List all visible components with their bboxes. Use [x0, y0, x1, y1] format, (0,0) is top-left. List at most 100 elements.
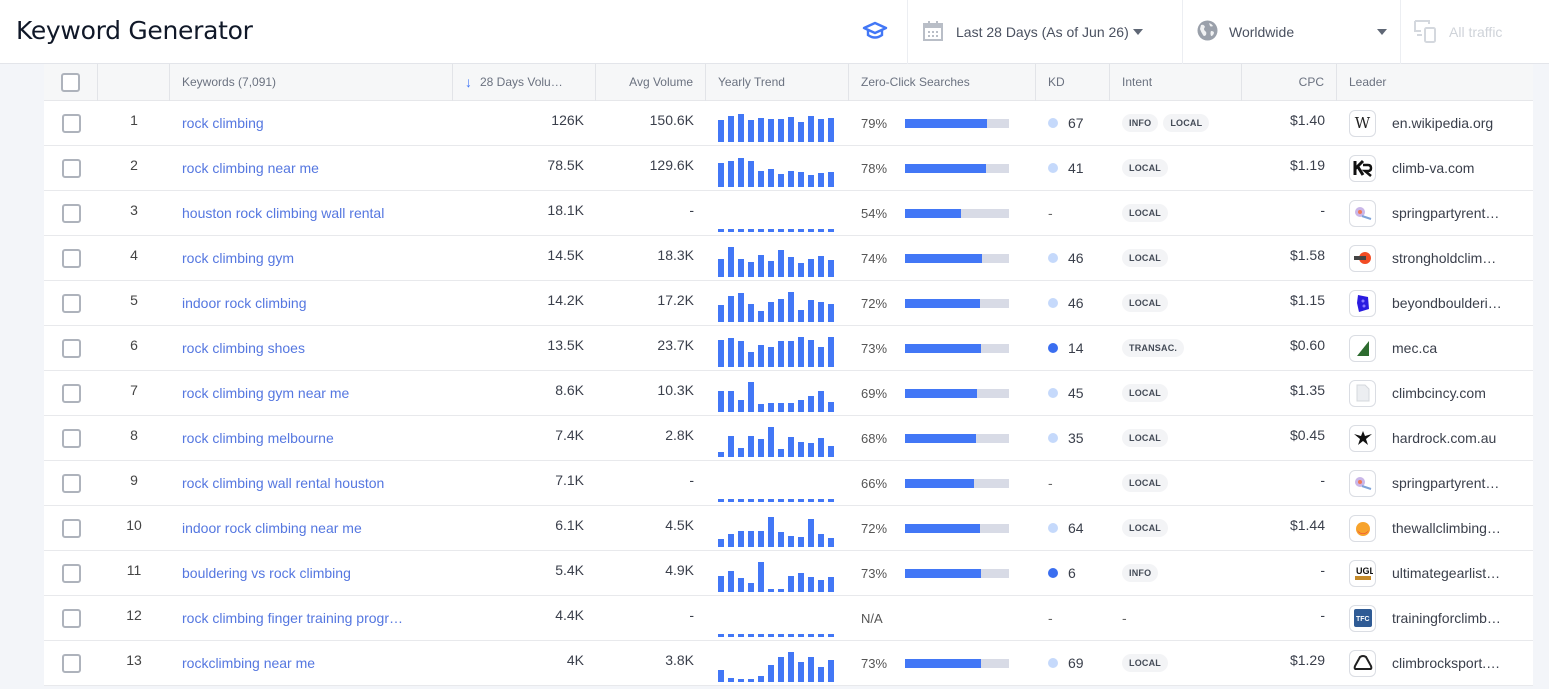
trend-bar: [788, 575, 794, 592]
keyword-link[interactable]: rock climbing: [182, 115, 264, 131]
toolbar-divider: [1400, 0, 1401, 64]
kd-indicator-dot: [1048, 388, 1058, 398]
row-checkbox[interactable]: [61, 338, 81, 358]
header-intent[interactable]: Intent: [1110, 63, 1242, 101]
keyword-link[interactable]: rock climbing shoes: [182, 340, 305, 356]
leader-domain[interactable]: hardrock.com.au: [1392, 430, 1517, 446]
zero-click-value: 69%: [861, 385, 888, 401]
table-row[interactable]: 12 rock climbing finger training progr… …: [44, 596, 1533, 641]
table-row[interactable]: 5 indoor rock climbing 14.2K 17.2K 72% 4…: [44, 281, 1533, 326]
header-kd[interactable]: KD: [1036, 63, 1110, 101]
row-checkbox[interactable]: [61, 518, 81, 538]
row-select-cell: [44, 371, 98, 416]
row-select-cell: [44, 326, 98, 371]
row-checkbox[interactable]: [61, 653, 81, 673]
avg-volume: 18.3K: [657, 246, 694, 263]
leader-domain[interactable]: springpartyrent…: [1392, 205, 1517, 221]
select-all-checkbox[interactable]: [61, 72, 80, 92]
trend-bar: [728, 115, 734, 142]
table-row[interactable]: 1 rock climbing 126K 150.6K 79% 67 INFO L…: [44, 101, 1533, 146]
volume-cell: 13.5K: [453, 326, 596, 371]
row-checkbox[interactable]: [61, 203, 81, 223]
top-bar: Keyword Generator Last 28 Days (As of Ju…: [0, 0, 1549, 64]
date-range-dropdown[interactable]: Last 28 Days (As of Jun 26): [922, 0, 1143, 64]
row-checkbox[interactable]: [61, 293, 81, 313]
leader-domain[interactable]: en.wikipedia.org: [1392, 115, 1517, 131]
leader-domain[interactable]: ultimategearlist…: [1392, 565, 1517, 581]
header-28d-volume[interactable]: ↓ 28 Days Volu…: [453, 63, 596, 101]
trend-bar: [768, 228, 774, 232]
table-row[interactable]: 2 rock climbing near me 78.5K 129.6K 78%…: [44, 146, 1533, 191]
avg-volume-cell: -: [596, 191, 706, 236]
leader-domain[interactable]: mec.ca: [1392, 340, 1517, 356]
header-yearly-trend[interactable]: Yearly Trend: [706, 63, 849, 101]
yearly-trend-chart: [718, 157, 834, 187]
kd-value: 14: [1068, 340, 1084, 356]
header-cpc[interactable]: CPC: [1242, 63, 1337, 101]
keyword-link[interactable]: bouldering vs rock climbing: [182, 565, 351, 581]
table-row[interactable]: 8 rock climbing melbourne 7.4K 2.8K 68% …: [44, 416, 1533, 461]
zero-click-bar-fill: [905, 658, 981, 668]
avg-volume: 129.6K: [649, 156, 694, 173]
keyword-link[interactable]: houston rock climbing wall rental: [182, 205, 384, 221]
keyword-link[interactable]: indoor rock climbing near me: [182, 520, 362, 536]
leader-cell: climb-va.com: [1337, 146, 1533, 191]
keyword-link[interactable]: rock climbing gym: [182, 250, 294, 266]
keyword-link[interactable]: rock climbing wall rental houston: [182, 475, 384, 491]
trend-bar: [758, 675, 764, 682]
leader-domain[interactable]: climb-va.com: [1392, 160, 1517, 176]
table-row[interactable]: 10 indoor rock climbing near me 6.1K 4.5…: [44, 506, 1533, 551]
header-leader[interactable]: Leader: [1337, 64, 1533, 101]
trend-bar: [768, 633, 774, 637]
wikipedia-favicon-icon: W: [1349, 109, 1376, 137]
leader-domain[interactable]: climbrocksport.…: [1392, 655, 1517, 671]
leader-domain[interactable]: thewallclimbing…: [1392, 520, 1517, 536]
row-select-cell: [44, 641, 98, 686]
leader-domain[interactable]: springpartyrent…: [1392, 475, 1517, 491]
trend-bar: [828, 633, 834, 637]
location-dropdown[interactable]: Worldwide: [1197, 0, 1387, 64]
row-checkbox[interactable]: [61, 383, 81, 403]
leader-domain[interactable]: strongholdclim…: [1392, 250, 1517, 266]
row-checkbox[interactable]: [61, 158, 81, 178]
header-avg-volume[interactable]: Avg Volume: [596, 63, 706, 101]
trend-bar: [808, 258, 814, 277]
row-checkbox[interactable]: [61, 608, 81, 628]
table-row[interactable]: 4 rock climbing gym 14.5K 18.3K 74% 46 L…: [44, 236, 1533, 281]
row-checkbox[interactable]: [61, 113, 81, 133]
leader-domain[interactable]: climbcincy.com: [1392, 385, 1517, 401]
trend-bar: [748, 351, 754, 367]
row-checkbox[interactable]: [61, 428, 81, 448]
table-row[interactable]: 9 rock climbing wall rental houston 7.1K…: [44, 461, 1533, 506]
keyword-link[interactable]: rock climbing gym near me: [182, 385, 349, 401]
header-zero-click[interactable]: Zero-Click Searches: [849, 63, 1036, 101]
header-keywords[interactable]: Keywords (7,091): [170, 63, 453, 101]
academy-button[interactable]: [862, 0, 888, 64]
row-select-cell: [44, 461, 98, 506]
leader-domain[interactable]: trainingforclimb…: [1392, 610, 1517, 626]
trend-bar: [828, 401, 834, 412]
table-row[interactable]: 3 houston rock climbing wall rental 18.1…: [44, 191, 1533, 236]
table-row[interactable]: 7 rock climbing gym near me 8.6K 10.3K 6…: [44, 371, 1533, 416]
trend-bar: [828, 117, 834, 142]
row-index: 2: [130, 156, 138, 173]
row-select-cell: [44, 101, 98, 146]
table-row[interactable]: 6 rock climbing shoes 13.5K 23.7K 73% 14…: [44, 326, 1533, 371]
row-checkbox[interactable]: [61, 563, 81, 583]
leader-domain[interactable]: beyondboulderi…: [1392, 295, 1517, 311]
keyword-link[interactable]: rock climbing melbourne: [182, 430, 334, 446]
row-checkbox[interactable]: [61, 473, 81, 493]
table-row[interactable]: 11 bouldering vs rock climbing 5.4K 4.9K…: [44, 551, 1533, 596]
trend-bar: [818, 579, 824, 592]
avg-volume: -: [689, 201, 694, 218]
keyword-link[interactable]: rock climbing near me: [182, 160, 319, 176]
table-row[interactable]: 13 rockclimbing near me 4K 3.8K 73% 69 L…: [44, 641, 1533, 686]
trend-bar: [748, 228, 754, 232]
keyword-link[interactable]: rockclimbing near me: [182, 655, 315, 671]
row-checkbox[interactable]: [61, 248, 81, 268]
trend-bar: [808, 299, 814, 322]
zero-click-bar-fill: [905, 433, 976, 443]
keyword-link[interactable]: indoor rock climbing: [182, 295, 307, 311]
keyword-link[interactable]: rock climbing finger training progr…: [182, 610, 403, 626]
traffic-dropdown[interactable]: All traffic: [1413, 0, 1502, 64]
